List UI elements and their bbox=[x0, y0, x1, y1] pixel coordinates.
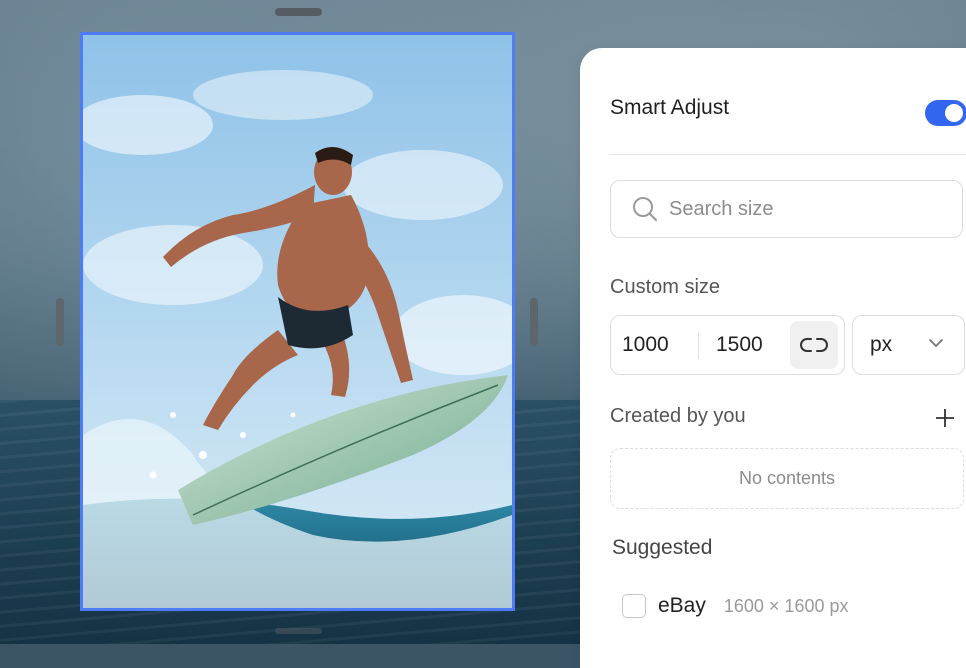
search-size-input[interactable]: Search size bbox=[610, 180, 963, 238]
divider bbox=[610, 154, 966, 155]
field-separator bbox=[698, 333, 699, 359]
add-icon[interactable] bbox=[934, 407, 956, 429]
custom-size-label: Custom size bbox=[610, 276, 721, 298]
suggested-item-name: eBay bbox=[658, 594, 706, 617]
custom-size-fields: 1000 1500 bbox=[610, 315, 845, 375]
resize-handle-right[interactable] bbox=[530, 298, 538, 346]
toggle-knob bbox=[945, 104, 963, 122]
suggested-item-ebay[interactable]: eBay 1600 × 1600 px bbox=[622, 594, 849, 618]
created-by-you-label: Created by you bbox=[610, 405, 746, 427]
unit-select[interactable]: px bbox=[852, 315, 965, 375]
lock-ratio-button[interactable] bbox=[790, 321, 838, 369]
resize-handle-left[interactable] bbox=[56, 298, 64, 346]
suggested-item-dimensions: 1600 × 1600 px bbox=[723, 595, 849, 616]
unit-value: px bbox=[870, 333, 893, 356]
resize-handle-bottom[interactable] bbox=[275, 628, 322, 634]
suggested-label: Suggested bbox=[612, 536, 713, 559]
smart-adjust-toggle[interactable] bbox=[925, 100, 966, 126]
resize-handle-top[interactable] bbox=[275, 8, 322, 16]
surfer-photo bbox=[83, 35, 512, 608]
created-by-you-header: Created by you bbox=[610, 405, 966, 428]
chevron-down-icon bbox=[929, 339, 943, 347]
smart-adjust-label: Smart Adjust bbox=[610, 96, 730, 119]
size-panel: Smart Adjust Search size Custom size 100… bbox=[580, 48, 966, 668]
search-placeholder: Search size bbox=[669, 197, 774, 220]
link-icon bbox=[800, 338, 828, 352]
checkbox[interactable] bbox=[622, 594, 646, 618]
search-icon bbox=[633, 197, 657, 221]
width-input[interactable]: 1000 bbox=[622, 333, 669, 357]
height-input[interactable]: 1500 bbox=[716, 333, 763, 357]
created-empty-state: No contents bbox=[610, 448, 964, 509]
crop-frame[interactable] bbox=[80, 32, 515, 611]
